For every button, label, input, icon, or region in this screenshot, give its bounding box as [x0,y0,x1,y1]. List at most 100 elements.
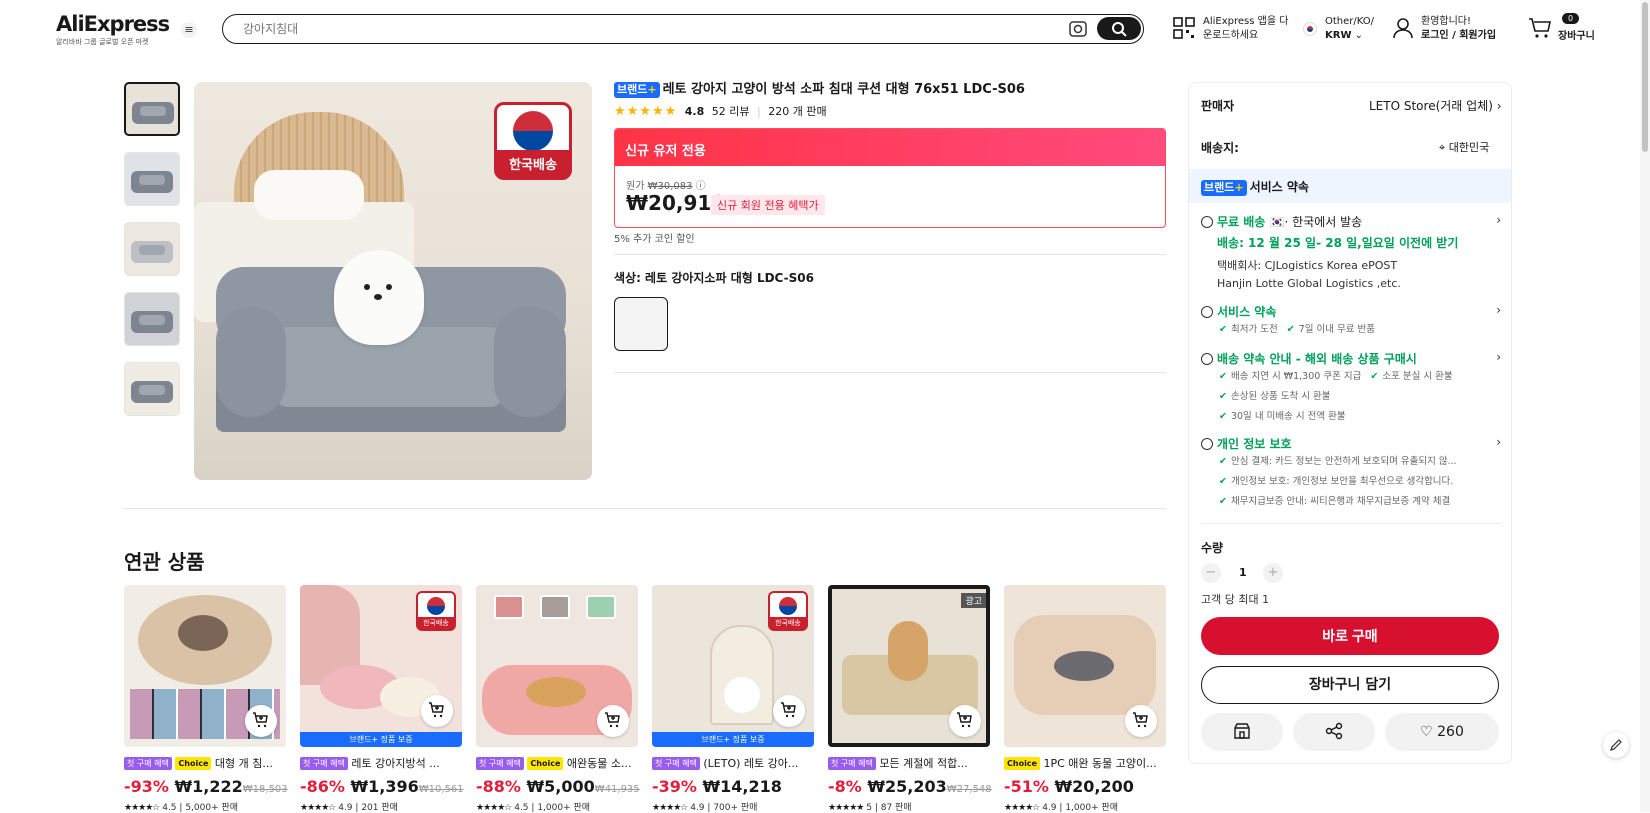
badge-icon [1201,306,1213,318]
product-image[interactable] [476,585,638,747]
page-scrollbar[interactable] [1640,0,1650,812]
chevron-right-icon: › [1496,99,1502,113]
add-to-cart-icon-button[interactable] [949,705,981,737]
service-promise-section[interactable]: 서비스 약속 › ✔ 최저가 도전 ✔ 7일 이내 무료 반품 [1201,303,1501,340]
ship-from: · 한국에서 발송 [1284,215,1363,229]
cart-plus-icon [253,712,268,728]
discount-percent: -88% [476,777,521,796]
product-price: ₩1,396 [350,777,419,796]
product-price: ₩5,000 [526,777,595,796]
new-member-price-tag: 신규 회원 전용 혜택가 [711,195,825,215]
quantity-decrease-button[interactable]: − [1201,563,1221,583]
rating-value: 4.8 [684,105,705,118]
store-button[interactable] [1201,713,1283,751]
discount-percent: -51% [1004,777,1049,796]
product-card[interactable]: Choice 1PC 애완 동물 고양이... -51% ₩20,200 ★★★… [1004,585,1166,813]
pencil-icon [1610,739,1622,751]
product-card[interactable]: 한국배송 브랜드+ 정품 보증 첫 구매 혜택 레토 강아지방석 ... -86… [300,585,464,813]
divider [124,508,1166,509]
login-signup-link[interactable]: 로그인 / 회원가입 [1421,29,1496,43]
add-to-cart-icon-button[interactable] [597,705,629,737]
add-to-cart-button[interactable]: 장바구니 담기 [1201,666,1499,704]
seller-label: 판매자 [1201,99,1235,113]
share-button[interactable] [1293,713,1375,751]
divider [614,372,1166,373]
purchase-limit: 고객 당 최대 1 [1201,593,1270,606]
original-price: ₩18,503 [242,784,288,795]
first-purchase-tag: 첫 구매 혜택 [652,757,700,770]
share-icon [1325,722,1343,740]
product-image[interactable]: 한국배송 브랜드+ 정품 보증 [300,585,462,747]
main-product-image[interactable]: 한국배송 [194,82,592,480]
search-button[interactable] [1097,17,1141,40]
ship-to-selector[interactable]: ⌖ 대한민국 [1439,139,1489,155]
thumbnail-5[interactable] [124,362,180,416]
sold-count: 220 개 판매 [768,105,827,118]
wishlist-button[interactable]: ♡ 260 [1385,713,1499,751]
brand-guarantee-strip: 브랜드+ 정품 보증 [652,732,814,747]
product-title-text: 레토 강아지 고양이 방석 소파 침대 쿠션 대형 76x51 LDC-S06 [662,82,1025,97]
cart-plus-icon [1133,712,1148,728]
free-shipping-section[interactable]: 무료 배송 🇰🇷· 한국에서 발송 › 배송: 12 월 25 일- 28 일,일… [1201,213,1501,293]
delivery-promise-section[interactable]: 배송 약속 안내 - 해외 배송 상품 구매시 › ✔ 배송 지연 시 ₩1,300… [1201,350,1501,427]
korea-shipping-label: 한국배송 [497,150,569,177]
buy-now-button[interactable]: 바로 구매 [1201,617,1499,655]
related-products-heading: 연관 상품 [124,550,205,574]
product-card[interactable]: 한국배송 브랜드+ 정품 보증 첫 구매 혜택 (LETO) 레토 강아... … [652,585,814,813]
scrollbar-thumb[interactable] [1642,2,1648,152]
product-card[interactable]: 첫 구매 혜택 Choice 애완동물 소... -88% ₩5,000₩41,… [476,585,640,813]
discount-percent: -39% [652,777,697,796]
privacy-section[interactable]: 개인 정보 보호 › ✔ 안심 결제: 카드 정보는 안전하게 보호되며 유출되지 … [1201,435,1501,512]
product-name: 1PC 애완 동물 고양이... [1043,757,1157,770]
chevron-down-icon: ⌄ [1354,30,1364,41]
korea-flag-icon [1303,22,1317,36]
logo-subtitle: 알리바바 그룹 글로벌 오픈 마켓 [56,38,149,46]
search-input[interactable] [243,21,1023,37]
seller-link[interactable]: LETO Store(거래 업체) › [1369,97,1502,114]
product-card[interactable]: 광고 첫 구매 혜택 모든 계절에 적합... -8% ₩25,203₩27,5… [828,585,992,813]
choice-tag: Choice [1004,757,1040,770]
add-to-cart-icon-button[interactable] [245,705,277,737]
add-to-cart-icon-button[interactable] [1125,705,1157,737]
product-image[interactable]: 광고 [828,585,990,747]
product-image[interactable] [124,585,286,747]
promo-header: 신규 유저 전용 [615,129,1165,166]
quantity-increase-button[interactable]: + [1263,563,1283,583]
product-price: ₩14,218 [702,777,782,796]
thumbnail-1[interactable] [124,82,180,136]
edit-feedback-button[interactable] [1603,732,1629,758]
divider [614,254,1166,255]
quantity-value[interactable]: 1 [1239,566,1247,579]
product-image[interactable]: 한국배송 브랜드+ 정품 보증 [652,585,814,747]
add-to-cart-icon-button[interactable] [421,695,453,727]
image-search-icon[interactable] [1068,20,1088,38]
product-name: 레토 강아지방석 ... [351,757,440,770]
korea-shipping-badge: 한국배송 [494,102,572,180]
clock-icon [1201,353,1213,365]
thumbnail-list [124,82,180,432]
product-price: ₩20,200 [1054,777,1134,796]
review-count[interactable]: 52 리뷰 [712,105,750,118]
thumbnail-4[interactable] [124,292,180,346]
first-purchase-tag: 첫 구매 혜택 [476,757,524,770]
cart-count-badge: 0 [1562,13,1580,24]
hamburger-icon[interactable]: ≡ [181,22,197,38]
product-card[interactable]: 첫 구매 혜택 Choice 대형 개 침... -93% ₩1,222₩18,… [124,585,288,813]
thumbnail-2[interactable] [124,152,180,206]
korea-shipping-badge: 한국배송 [768,591,808,631]
original-price: 원가 ₩30,083 ⓘ [626,181,706,192]
product-image[interactable] [1004,585,1166,747]
aliexpress-logo[interactable]: AliExpress 알리바바 그룹 글로벌 오픈 마켓 [56,12,170,47]
color-swatch[interactable] [614,297,668,351]
thumbnail-3[interactable] [124,222,180,276]
delivery-date: 배송: 12 월 25 일- 28 일,일요일 이전에 받기 [1217,236,1459,250]
add-to-cart-icon-button[interactable] [773,695,805,727]
first-purchase-tag: 첫 구매 혜택 [828,757,876,770]
delivery-promise-title: 배송 약속 안내 - 해외 배송 상품 구매시 [1217,352,1417,366]
dog-figure [334,250,424,345]
rating-row: ★★★★★ 4.8 52 리뷰 | 220 개 판매 [614,104,827,119]
shield-icon [1201,438,1213,450]
search-icon [1112,22,1127,37]
first-purchase-tag: 첫 구매 혜택 [300,757,348,770]
product-name: 대형 개 침... [214,757,273,770]
